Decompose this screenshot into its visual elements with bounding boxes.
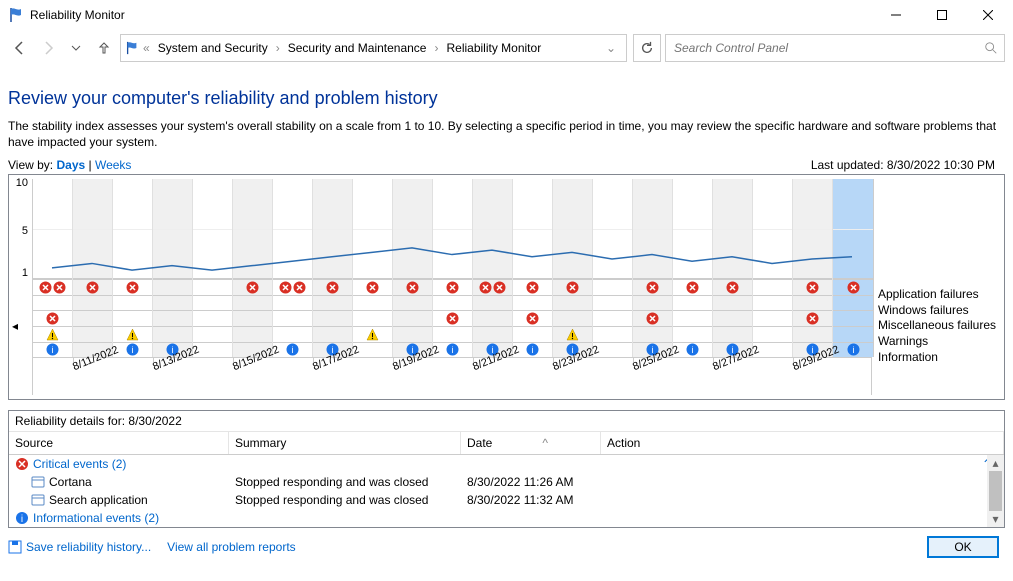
- table-row[interactable]: CortanaStopped responding and was closed…: [9, 473, 1004, 491]
- search-field[interactable]: [672, 40, 978, 56]
- chart-day-column[interactable]: i: [113, 179, 153, 357]
- search-icon[interactable]: [984, 41, 998, 55]
- back-button[interactable]: [8, 36, 32, 60]
- chart-day-column[interactable]: i: [793, 179, 833, 357]
- date-axis: 8/11/20228/13/20228/15/20228/17/20228/19…: [32, 357, 872, 395]
- viewby-weeks[interactable]: Weeks: [95, 158, 131, 172]
- chart-day-column[interactable]: [73, 179, 113, 357]
- chevron-right-icon[interactable]: ›: [432, 41, 440, 55]
- page-description: The stability index assesses your system…: [8, 119, 1005, 150]
- details-header: Reliability details for: 8/30/2022: [9, 411, 1004, 432]
- col-summary[interactable]: Summary: [229, 432, 461, 454]
- y-axis: 10 5 1: [23, 179, 32, 279]
- col-action[interactable]: Action: [601, 432, 1004, 454]
- viewby-label: View by:: [8, 158, 53, 172]
- footer: Save reliability history... View all pro…: [0, 528, 1013, 566]
- search-input[interactable]: [665, 34, 1005, 62]
- group-critical[interactable]: Critical events (2) ⌃: [9, 455, 1004, 473]
- app-icon: [31, 475, 45, 489]
- group-informational[interactable]: i Informational events (2): [9, 509, 1004, 527]
- close-button[interactable]: [965, 0, 1011, 30]
- svg-text:i: i: [692, 345, 694, 355]
- chart-day-column[interactable]: i: [33, 179, 73, 357]
- details-table: Reliability details for: 8/30/2022 Sourc…: [8, 410, 1005, 528]
- scroll-thumb[interactable]: [989, 471, 1002, 511]
- last-updated: Last updated: 8/30/2022 10:30 PM: [811, 158, 995, 172]
- page-title: Review your computer's reliability and p…: [8, 88, 1005, 109]
- svg-text:i: i: [21, 514, 23, 525]
- chart-day-column[interactable]: i: [273, 179, 313, 357]
- svg-text:i: i: [852, 345, 854, 355]
- crumb-reliability-monitor[interactable]: Reliability Monitor: [442, 39, 545, 57]
- chart-day-column[interactable]: i: [673, 179, 713, 357]
- scroll-up-icon[interactable]: ▴: [987, 455, 1004, 471]
- chart-day-column[interactable]: i: [393, 179, 433, 357]
- chart-day-column[interactable]: i: [633, 179, 673, 357]
- row-legend: Application failures Windows failures Mi…: [878, 287, 996, 365]
- sort-asc-icon: ^: [542, 436, 548, 450]
- chart-day-column[interactable]: i: [553, 179, 593, 357]
- viewby-row: View by: Days | Weeks: [8, 158, 131, 172]
- recent-dropdown[interactable]: [64, 36, 88, 60]
- chart-day-column[interactable]: [753, 179, 793, 357]
- chart-day-column[interactable]: i: [153, 179, 193, 357]
- chart-day-column[interactable]: [233, 179, 273, 357]
- chart-day-column[interactable]: i: [833, 179, 873, 357]
- crumb-system-security[interactable]: System and Security: [154, 39, 272, 57]
- svg-text:i: i: [52, 345, 54, 355]
- nav-row: « System and Security › Security and Mai…: [0, 30, 1013, 66]
- chart-day-column[interactable]: [353, 179, 393, 357]
- viewby-days[interactable]: Days: [56, 158, 85, 172]
- save-icon: [8, 540, 22, 554]
- chart-day-column[interactable]: i: [713, 179, 753, 357]
- scroll-left-button[interactable]: ◂: [9, 287, 21, 365]
- error-icon: [15, 457, 29, 471]
- chart-day-column[interactable]: i: [313, 179, 353, 357]
- address-bar[interactable]: « System and Security › Security and Mai…: [120, 34, 627, 62]
- up-button[interactable]: [92, 36, 116, 60]
- table-header: Source Summary Date^ Action: [9, 432, 1004, 455]
- app-flag-icon: [8, 7, 24, 23]
- refresh-button[interactable]: [633, 34, 661, 62]
- svg-text:i: i: [292, 345, 294, 355]
- svg-text:i: i: [532, 345, 534, 355]
- col-date[interactable]: Date^: [461, 432, 601, 454]
- forward-button[interactable]: [36, 36, 60, 60]
- table-row[interactable]: Search applicationStopped responding and…: [9, 491, 1004, 509]
- ok-button[interactable]: OK: [927, 536, 999, 558]
- maximize-button[interactable]: [919, 0, 965, 30]
- scrollbar[interactable]: ▴ ▾: [987, 455, 1004, 527]
- titlebar: Reliability Monitor: [0, 0, 1013, 30]
- svg-text:i: i: [452, 345, 454, 355]
- chart-day-column[interactable]: i: [513, 179, 553, 357]
- window-title: Reliability Monitor: [30, 8, 125, 22]
- overflow-icon[interactable]: «: [141, 41, 152, 55]
- crumb-security-maintenance[interactable]: Security and Maintenance: [284, 39, 431, 57]
- minimize-button[interactable]: [873, 0, 919, 30]
- chevron-right-icon[interactable]: ›: [274, 41, 282, 55]
- chart-day-column[interactable]: [593, 179, 633, 357]
- chevron-down-icon[interactable]: ⌄: [604, 41, 618, 55]
- chart-day-column[interactable]: i: [473, 179, 513, 357]
- app-icon: [31, 493, 45, 507]
- save-history-link[interactable]: Save reliability history...: [8, 540, 151, 554]
- app-flag-icon: [125, 41, 139, 55]
- info-icon: i: [15, 511, 29, 525]
- col-source[interactable]: Source: [9, 432, 229, 454]
- scroll-down-icon[interactable]: ▾: [987, 511, 1004, 527]
- table-body: Critical events (2) ⌃ CortanaStopped res…: [9, 455, 1004, 527]
- svg-text:i: i: [132, 345, 134, 355]
- chart-columns[interactable]: iiiiiiiiiiiiiii: [32, 179, 874, 357]
- chart-day-column[interactable]: [193, 179, 233, 357]
- chart-day-column[interactable]: i: [433, 179, 473, 357]
- view-all-reports-link[interactable]: View all problem reports: [167, 540, 296, 554]
